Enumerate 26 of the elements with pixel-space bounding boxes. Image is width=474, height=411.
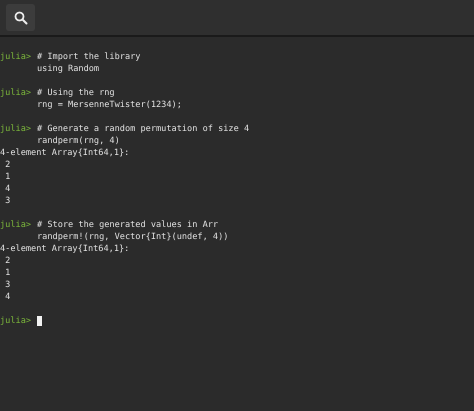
code-line: # Import the library	[37, 51, 140, 63]
output-line: 2	[4, 159, 10, 171]
output-line: 1	[4, 171, 10, 183]
output-line: 3	[4, 279, 10, 291]
output-line: 4	[4, 183, 10, 195]
code-line: rng = MersenneTwister(1234);	[37, 99, 182, 111]
output-line: 3	[4, 195, 10, 207]
prompt: julia>	[0, 315, 32, 327]
output-line: 2	[4, 255, 10, 267]
output-line: 4-element Array{Int64,1}:	[0, 147, 130, 159]
code-line: # Using the rng	[37, 87, 115, 99]
output-line: 1	[4, 267, 10, 279]
code-line: using Random	[37, 63, 100, 75]
prompt: julia>	[0, 219, 32, 231]
prompt: julia>	[0, 87, 32, 99]
prompt: julia>	[0, 123, 32, 135]
code-line: randperm!(rng, Vector{Int}(undef, 4))	[37, 231, 228, 243]
output-line: 4	[4, 291, 10, 303]
code-line: # Generate a random permutation of size 4	[37, 123, 250, 135]
code-line: # Store the generated values in Arr	[37, 219, 218, 231]
text-cursor	[37, 316, 42, 326]
search-button[interactable]	[6, 4, 35, 31]
output-line: 4-element Array{Int64,1}:	[0, 243, 130, 255]
prompt: julia>	[0, 51, 32, 63]
code-line: randperm(rng, 4)	[37, 135, 120, 147]
search-icon	[14, 10, 28, 24]
